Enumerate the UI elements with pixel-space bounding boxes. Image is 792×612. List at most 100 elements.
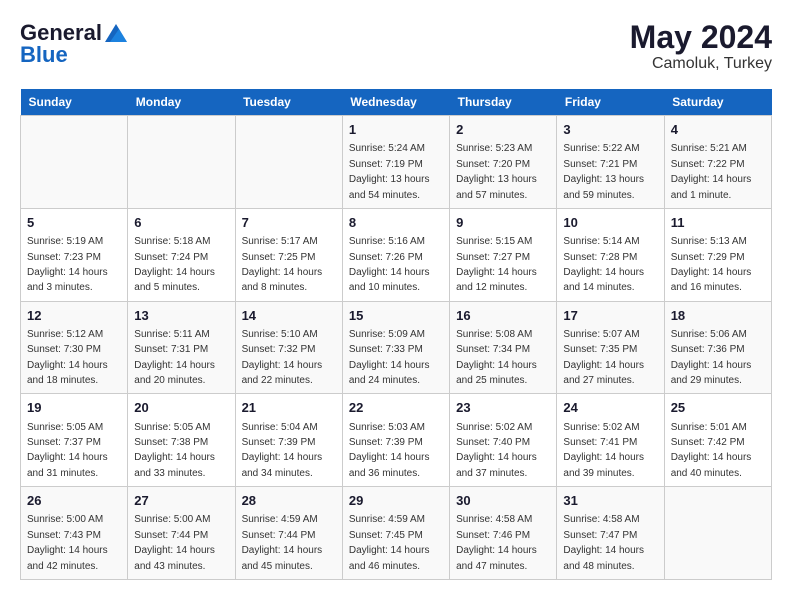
sunrise: Sunrise: 4:59 AM [349, 514, 425, 525]
sunrise: Sunrise: 5:17 AM [242, 236, 318, 247]
sunrise: Sunrise: 5:09 AM [349, 329, 425, 340]
table-row: 22 Sunrise: 5:03 AM Sunset: 7:39 PM Dayl… [342, 394, 449, 487]
day-number: 6 [134, 214, 228, 232]
sunset: Sunset: 7:45 PM [349, 530, 423, 541]
calendar-row: 26 Sunrise: 5:00 AM Sunset: 7:43 PM Dayl… [21, 487, 772, 580]
daylight: Daylight: 14 hours and 27 minutes. [563, 360, 644, 386]
day-number: 3 [563, 121, 657, 139]
page-header: General Blue May 2024 Camoluk, Turkey [20, 20, 772, 73]
daylight: Daylight: 14 hours and 24 minutes. [349, 360, 430, 386]
day-number: 23 [456, 399, 550, 417]
calendar-row: 1 Sunrise: 5:24 AM Sunset: 7:19 PM Dayli… [21, 116, 772, 209]
daylight: Daylight: 14 hours and 5 minutes. [134, 267, 215, 293]
daylight: Daylight: 14 hours and 10 minutes. [349, 267, 430, 293]
sunrise: Sunrise: 5:05 AM [134, 422, 210, 433]
table-row: 8 Sunrise: 5:16 AM Sunset: 7:26 PM Dayli… [342, 208, 449, 301]
daylight: Daylight: 14 hours and 25 minutes. [456, 360, 537, 386]
table-row: 20 Sunrise: 5:05 AM Sunset: 7:38 PM Dayl… [128, 394, 235, 487]
table-row [664, 487, 771, 580]
sunset: Sunset: 7:47 PM [563, 530, 637, 541]
sunset: Sunset: 7:26 PM [349, 252, 423, 263]
sunset: Sunset: 7:20 PM [456, 159, 530, 170]
table-row: 2 Sunrise: 5:23 AM Sunset: 7:20 PM Dayli… [450, 116, 557, 209]
table-row: 11 Sunrise: 5:13 AM Sunset: 7:29 PM Dayl… [664, 208, 771, 301]
daylight: Daylight: 13 hours and 59 minutes. [563, 174, 644, 200]
table-row: 16 Sunrise: 5:08 AM Sunset: 7:34 PM Dayl… [450, 301, 557, 394]
day-number: 8 [349, 214, 443, 232]
sunset: Sunset: 7:46 PM [456, 530, 530, 541]
logo-icon [105, 24, 127, 42]
sunrise: Sunrise: 5:13 AM [671, 236, 747, 247]
day-number: 24 [563, 399, 657, 417]
table-row: 17 Sunrise: 5:07 AM Sunset: 7:35 PM Dayl… [557, 301, 664, 394]
logo: General Blue [20, 20, 127, 68]
sunset: Sunset: 7:31 PM [134, 344, 208, 355]
sunrise: Sunrise: 5:15 AM [456, 236, 532, 247]
sunset: Sunset: 7:40 PM [456, 437, 530, 448]
sunrise: Sunrise: 5:23 AM [456, 143, 532, 154]
table-row: 21 Sunrise: 5:04 AM Sunset: 7:39 PM Dayl… [235, 394, 342, 487]
sunset: Sunset: 7:41 PM [563, 437, 637, 448]
calendar-row: 5 Sunrise: 5:19 AM Sunset: 7:23 PM Dayli… [21, 208, 772, 301]
sunrise: Sunrise: 5:24 AM [349, 143, 425, 154]
day-number: 11 [671, 214, 765, 232]
day-number: 22 [349, 399, 443, 417]
daylight: Daylight: 14 hours and 14 minutes. [563, 267, 644, 293]
sunrise: Sunrise: 4:58 AM [456, 514, 532, 525]
table-row [21, 116, 128, 209]
table-row: 25 Sunrise: 5:01 AM Sunset: 7:42 PM Dayl… [664, 394, 771, 487]
daylight: Daylight: 14 hours and 34 minutes. [242, 452, 323, 478]
table-row: 14 Sunrise: 5:10 AM Sunset: 7:32 PM Dayl… [235, 301, 342, 394]
table-row: 4 Sunrise: 5:21 AM Sunset: 7:22 PM Dayli… [664, 116, 771, 209]
sunrise: Sunrise: 5:01 AM [671, 422, 747, 433]
sunrise: Sunrise: 5:02 AM [456, 422, 532, 433]
daylight: Daylight: 14 hours and 31 minutes. [27, 452, 108, 478]
daylight: Daylight: 14 hours and 48 minutes. [563, 545, 644, 571]
sunrise: Sunrise: 5:12 AM [27, 329, 103, 340]
sunrise: Sunrise: 5:10 AM [242, 329, 318, 340]
sunset: Sunset: 7:32 PM [242, 344, 316, 355]
sunrise: Sunrise: 5:08 AM [456, 329, 532, 340]
daylight: Daylight: 14 hours and 1 minute. [671, 174, 752, 200]
table-row: 28 Sunrise: 4:59 AM Sunset: 7:44 PM Dayl… [235, 487, 342, 580]
day-number: 20 [134, 399, 228, 417]
sunset: Sunset: 7:37 PM [27, 437, 101, 448]
table-row [235, 116, 342, 209]
sunset: Sunset: 7:21 PM [563, 159, 637, 170]
day-number: 28 [242, 492, 336, 510]
sunset: Sunset: 7:27 PM [456, 252, 530, 263]
daylight: Daylight: 14 hours and 12 minutes. [456, 267, 537, 293]
sunset: Sunset: 7:19 PM [349, 159, 423, 170]
table-row: 18 Sunrise: 5:06 AM Sunset: 7:36 PM Dayl… [664, 301, 771, 394]
sunset: Sunset: 7:33 PM [349, 344, 423, 355]
calendar-row: 19 Sunrise: 5:05 AM Sunset: 7:37 PM Dayl… [21, 394, 772, 487]
title-block: May 2024 Camoluk, Turkey [630, 20, 772, 73]
table-row: 3 Sunrise: 5:22 AM Sunset: 7:21 PM Dayli… [557, 116, 664, 209]
daylight: Daylight: 14 hours and 36 minutes. [349, 452, 430, 478]
sunset: Sunset: 7:23 PM [27, 252, 101, 263]
sunrise: Sunrise: 4:59 AM [242, 514, 318, 525]
table-row: 1 Sunrise: 5:24 AM Sunset: 7:19 PM Dayli… [342, 116, 449, 209]
daylight: Daylight: 14 hours and 37 minutes. [456, 452, 537, 478]
logo-text-block: General Blue [20, 20, 127, 68]
table-row: 12 Sunrise: 5:12 AM Sunset: 7:30 PM Dayl… [21, 301, 128, 394]
month-year: May 2024 [630, 20, 772, 55]
day-number: 15 [349, 307, 443, 325]
table-row: 29 Sunrise: 4:59 AM Sunset: 7:45 PM Dayl… [342, 487, 449, 580]
sunset: Sunset: 7:34 PM [456, 344, 530, 355]
table-row: 31 Sunrise: 4:58 AM Sunset: 7:47 PM Dayl… [557, 487, 664, 580]
day-number: 2 [456, 121, 550, 139]
daylight: Daylight: 13 hours and 57 minutes. [456, 174, 537, 200]
header-sunday: Sunday [21, 89, 128, 116]
day-number: 17 [563, 307, 657, 325]
calendar-table: Sunday Monday Tuesday Wednesday Thursday… [20, 89, 772, 580]
day-number: 18 [671, 307, 765, 325]
day-number: 7 [242, 214, 336, 232]
table-row: 13 Sunrise: 5:11 AM Sunset: 7:31 PM Dayl… [128, 301, 235, 394]
table-row: 5 Sunrise: 5:19 AM Sunset: 7:23 PM Dayli… [21, 208, 128, 301]
daylight: Daylight: 14 hours and 45 minutes. [242, 545, 323, 571]
day-number: 27 [134, 492, 228, 510]
day-number: 9 [456, 214, 550, 232]
sunrise: Sunrise: 5:21 AM [671, 143, 747, 154]
sunset: Sunset: 7:29 PM [671, 252, 745, 263]
